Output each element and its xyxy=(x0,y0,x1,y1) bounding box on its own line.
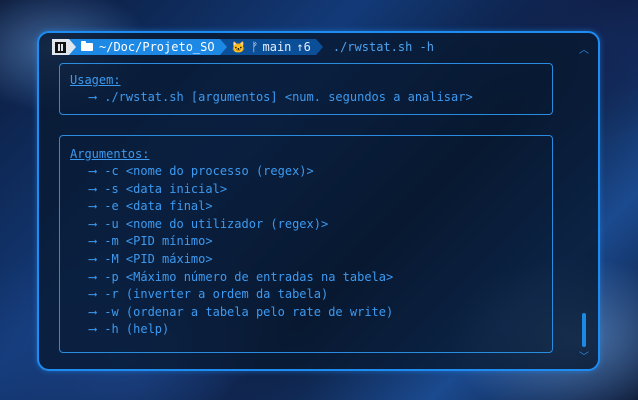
typed-command: ./rwstat.sh -h xyxy=(332,40,435,54)
arrow-icon: ⟶ xyxy=(89,164,97,178)
arrow-icon: ⟶ xyxy=(89,304,97,319)
prompt-separator xyxy=(219,39,227,55)
argument-text: -h (help) xyxy=(104,322,170,337)
argument-item: ⟶ -c <nome do processo (regex)> xyxy=(70,163,542,181)
branch-icon: ᚠ xyxy=(251,40,259,54)
argument-text: -e <data final> xyxy=(104,199,213,214)
argument-text: -m <PID mínimo> xyxy=(104,234,213,249)
argument-item: ⟶ -M <PID máximo> xyxy=(70,251,542,269)
git-segment: 🐱 ᚠ main ↑6 xyxy=(226,39,316,55)
arrow-icon: ⟶ xyxy=(89,216,97,231)
terminal-window[interactable]: ~/Doc/Projeto_SO 🐱 ᚠ main ↑6 ./rwstat.sh… xyxy=(37,31,600,371)
arrow-icon: ⟶ xyxy=(89,269,97,284)
argument-text: -p <Máximo número de entradas na tabela> xyxy=(104,269,394,284)
argument-text: -w (ordenar a tabela pelo rate de write) xyxy=(104,304,394,319)
directory-segment: ~/Doc/Projeto_SO xyxy=(76,39,220,55)
arrow-icon: ⟶ xyxy=(89,90,97,104)
argument-text: -u <nome do utilizador (regex)> xyxy=(104,216,329,231)
arguments-title: Argumentos: xyxy=(70,147,150,161)
github-cat-icon: 🐱 xyxy=(231,40,246,54)
scrollbar[interactable]: ︿ ﹀ xyxy=(579,41,589,363)
arrow-icon: ⟶ xyxy=(89,287,97,302)
shell-prompt: ~/Doc/Projeto_SO 🐱 ᚠ main ↑6 ./rwstat.sh… xyxy=(52,39,434,55)
argument-item: ⟶ -m <PID mínimo> xyxy=(70,233,542,251)
git-ahead-count: ↑6 xyxy=(296,40,311,54)
argument-text: -M <PID máximo> xyxy=(104,251,213,266)
git-branch: main xyxy=(262,40,292,54)
argument-item: ⟶ -w (ordenar a tabela pelo rate de write… xyxy=(70,304,542,322)
arrow-icon: ⟶ xyxy=(89,234,97,249)
current-path: ~/Doc/Projeto_SO xyxy=(99,40,215,54)
arguments-list: ⟶ -c <nome do processo (regex)> ⟶ -s <data … xyxy=(70,163,542,339)
argument-item: ⟶ -h (help) xyxy=(70,321,542,339)
arrow-icon: ⟶ xyxy=(89,322,97,337)
scroll-up-icon[interactable]: ︿ xyxy=(579,41,589,56)
folder-icon xyxy=(81,41,93,51)
prompt-separator xyxy=(69,39,76,55)
prompt-separator xyxy=(315,39,323,55)
arrow-icon: ⟶ xyxy=(89,199,97,214)
scroll-down-icon[interactable]: ﹀ xyxy=(579,348,589,363)
scrollbar-thumb[interactable] xyxy=(582,313,586,347)
usage-text: ./rwstat.sh [argumentos] <num. segundos … xyxy=(104,90,473,104)
argument-item: ⟶ -r (inverter a ordem da tabela) xyxy=(70,286,542,304)
argument-item: ⟶ -s <data inicial> xyxy=(70,181,542,199)
usage-line: ⟶ ./rwstat.sh [argumentos] <num. segundos… xyxy=(70,89,542,107)
arguments-box: Argumentos: ⟶ -c <nome do processo (regex… xyxy=(59,135,553,353)
usage-title: Usagem: xyxy=(70,73,121,87)
arrow-icon: ⟶ xyxy=(89,181,97,196)
argument-item: ⟶ -u <nome do utilizador (regex)> xyxy=(70,216,542,234)
argument-item: ⟶ -p <Máximo número de entradas na tabela… xyxy=(70,269,542,287)
usage-box: Usagem: ⟶ ./rwstat.sh [argumentos] <num. … xyxy=(59,63,553,115)
argument-text: -r (inverter a ordem da tabela) xyxy=(104,287,329,302)
os-segment xyxy=(52,39,69,55)
arrow-icon: ⟶ xyxy=(89,251,97,266)
argument-text: -c <nome do processo (regex)> xyxy=(104,164,314,178)
argument-item: ⟶ -e <data final> xyxy=(70,198,542,216)
manjaro-icon xyxy=(55,41,66,53)
argument-text: -s <data inicial> xyxy=(104,181,228,196)
